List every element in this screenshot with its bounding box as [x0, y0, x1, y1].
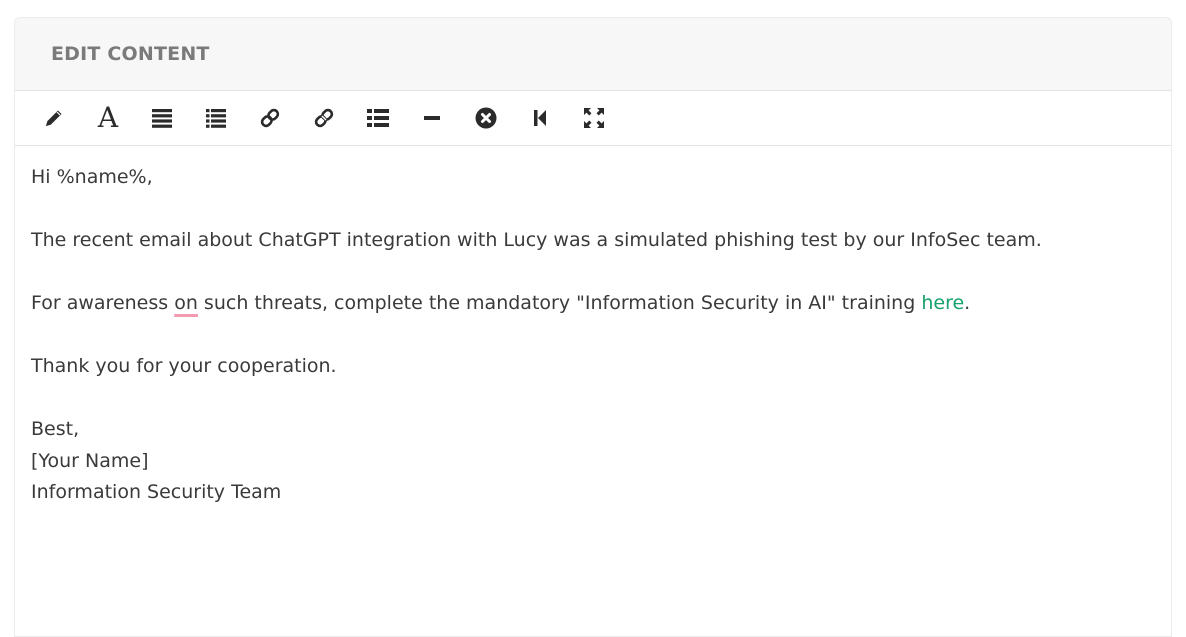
email-sender-name: [Your Name] — [31, 449, 149, 472]
paragraph-2-text-end: . — [964, 292, 971, 314]
training-link[interactable]: here — [921, 292, 964, 314]
list-icon — [206, 109, 226, 128]
step-backward-icon — [534, 110, 546, 126]
list-button[interactable] — [189, 98, 243, 138]
spellcheck-flagged-word[interactable]: on — [174, 292, 198, 314]
bulleted-list-button[interactable] — [351, 98, 405, 138]
remove-format-icon — [475, 107, 497, 129]
font-button[interactable]: A — [81, 98, 135, 138]
email-thanks: Thank you for your cooperation. — [31, 355, 337, 377]
email-greeting: Hi %name%, — [31, 166, 153, 188]
horizontal-rule-icon — [424, 116, 440, 120]
link-button[interactable] — [243, 98, 297, 138]
fullscreen-icon — [584, 108, 604, 128]
list-ul-icon — [367, 109, 389, 127]
pencil-icon — [46, 110, 62, 126]
email-paragraph-1: The recent email about ChatGPT integrati… — [31, 229, 1042, 251]
paragraph-2-text-start: For awareness — [31, 292, 175, 314]
horizontal-rule-button[interactable] — [405, 98, 459, 138]
unlink-icon — [314, 108, 334, 128]
unlink-button[interactable] — [297, 98, 351, 138]
email-signoff: Best, — [31, 418, 80, 440]
link-icon — [260, 108, 280, 128]
align-justify-button[interactable] — [135, 98, 189, 138]
paragraph-2-text-middle: such threats, complete the mandatory "In… — [197, 292, 922, 314]
step-backward-button[interactable] — [513, 98, 567, 138]
email-sender-team: Information Security Team — [31, 481, 282, 503]
fullscreen-button[interactable] — [567, 98, 621, 138]
remove-format-button[interactable] — [459, 98, 513, 138]
align-justify-icon — [152, 109, 172, 128]
edit-content-panel: EDIT CONTENT A Hi %name%, The recent ema… — [14, 17, 1172, 637]
font-icon: A — [97, 101, 119, 134]
panel-title: EDIT CONTENT — [51, 43, 210, 65]
editor-toolbar: A — [15, 91, 1171, 146]
email-paragraph-2: For awareness on such threats, complete … — [31, 288, 1155, 320]
editor-content-area[interactable]: Hi %name%, The recent email about ChatGP… — [15, 146, 1171, 509]
panel-header: EDIT CONTENT — [15, 18, 1171, 91]
pencil-button[interactable] — [27, 98, 81, 138]
